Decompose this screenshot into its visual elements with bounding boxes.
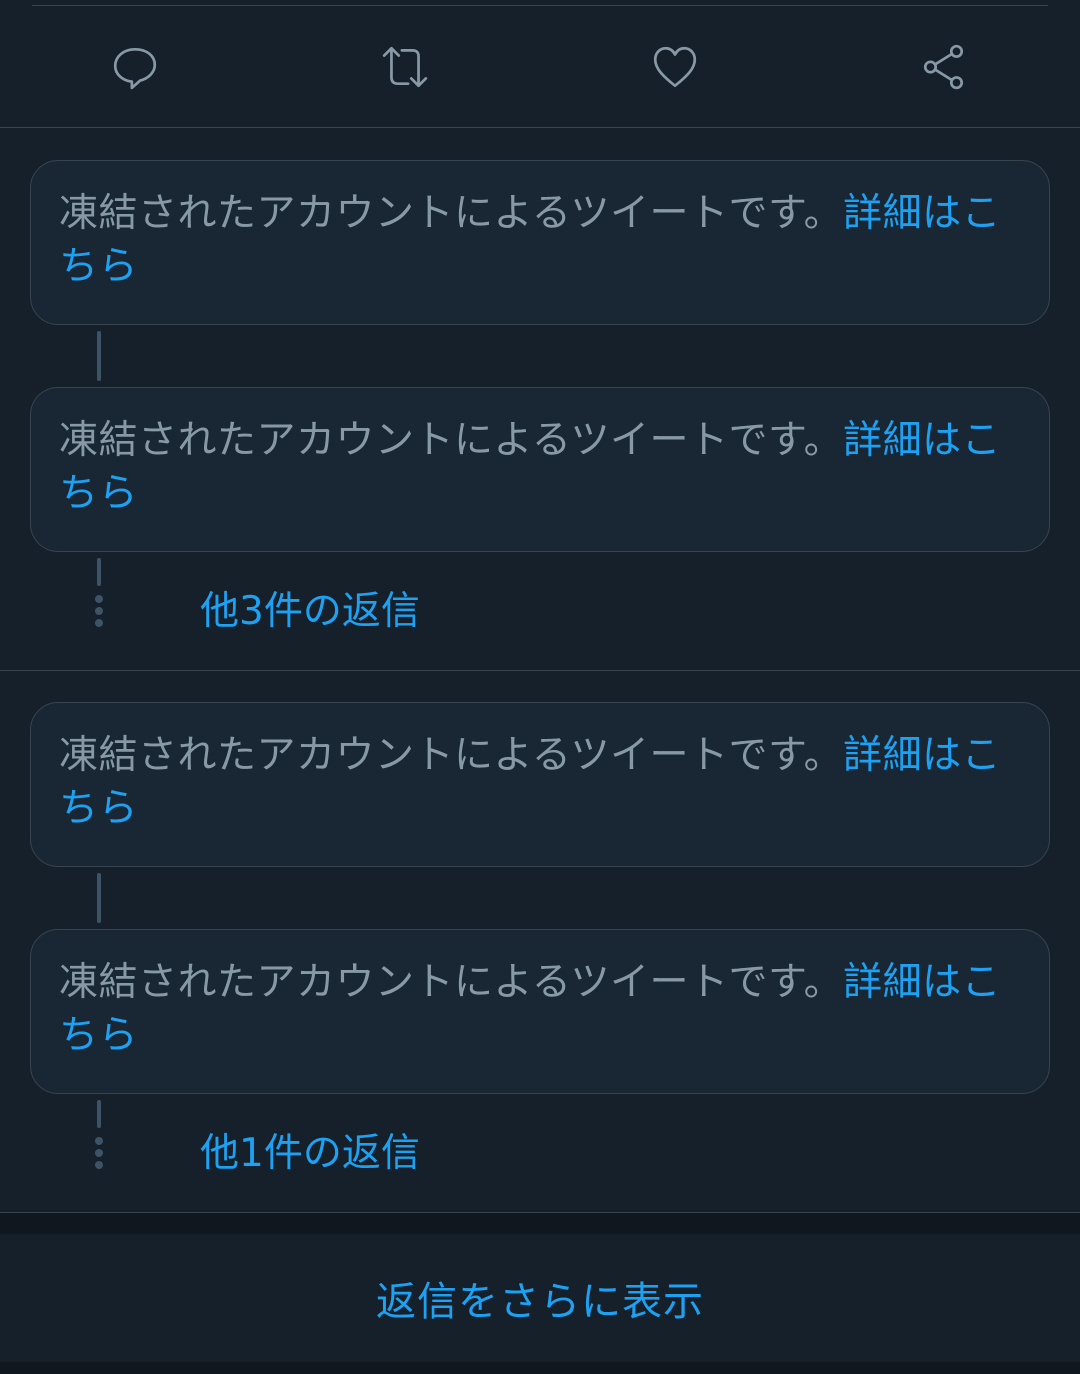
show-more-replies-button[interactable]: 返信をさらに表示 — [0, 1234, 1080, 1362]
suspended-tweet-card: 凍結されたアカウントによるツイートです。詳細はこちら — [30, 702, 1050, 867]
suspended-tweet-message: 凍結されたアカウントによるツイートです。 — [59, 418, 844, 463]
more-replies-link[interactable]: 他1件の返信 — [200, 1129, 420, 1179]
suspended-tweet-message: 凍結されたアカウントによるツイートです。 — [59, 191, 844, 236]
retweet-icon — [382, 46, 428, 88]
suspended-tweet-card: 凍結されたアカウントによるツイートです。詳細はこちら — [30, 387, 1050, 552]
thread-continuation-dot — [95, 607, 103, 615]
section-separator — [0, 1213, 1080, 1234]
suspended-tweet-card: 凍結されたアカウントによるツイートです。詳細はこちら — [30, 929, 1050, 1094]
retweet-button[interactable] — [378, 40, 432, 94]
thread-connector-line — [97, 331, 101, 381]
share-button[interactable] — [917, 40, 971, 94]
thread-connector-line — [97, 558, 101, 586]
share-icon — [923, 44, 964, 90]
suspended-tweet-card: 凍結されたアカウントによるツイートです。詳細はこちら — [30, 160, 1050, 325]
thread-connector-line — [97, 1100, 101, 1128]
thread-continuation-dot — [95, 1137, 103, 1145]
show-more-replies-label: 返信をさらに表示 — [376, 1279, 704, 1325]
suspended-tweet-message: 凍結されたアカウントによるツイートです。 — [59, 960, 844, 1005]
suspended-tweet-message: 凍結されたアカウントによるツイートです。 — [59, 733, 844, 778]
thread-continuation-dot — [95, 619, 103, 627]
reply-button[interactable] — [108, 40, 162, 94]
reply-thread: 凍結されたアカウントによるツイートです。詳細はこちら 凍結されたアカウントによる… — [0, 671, 1080, 1213]
like-button[interactable] — [648, 40, 702, 94]
thread-continuation-dot — [95, 1161, 103, 1169]
thread-continuation-dot — [95, 1149, 103, 1157]
speech-bubble-icon — [113, 47, 157, 90]
tweet-action-bar — [0, 0, 1080, 128]
thread-connector-line — [97, 873, 101, 923]
section-separator — [0, 1362, 1080, 1374]
thread-continuation-dot — [95, 595, 103, 603]
more-replies-link[interactable]: 他3件の返信 — [200, 587, 420, 637]
heart-icon — [653, 46, 697, 88]
reply-thread: 凍結されたアカウントによるツイートです。詳細はこちら 凍結されたアカウントによる… — [0, 128, 1080, 671]
divider — [32, 5, 1048, 6]
